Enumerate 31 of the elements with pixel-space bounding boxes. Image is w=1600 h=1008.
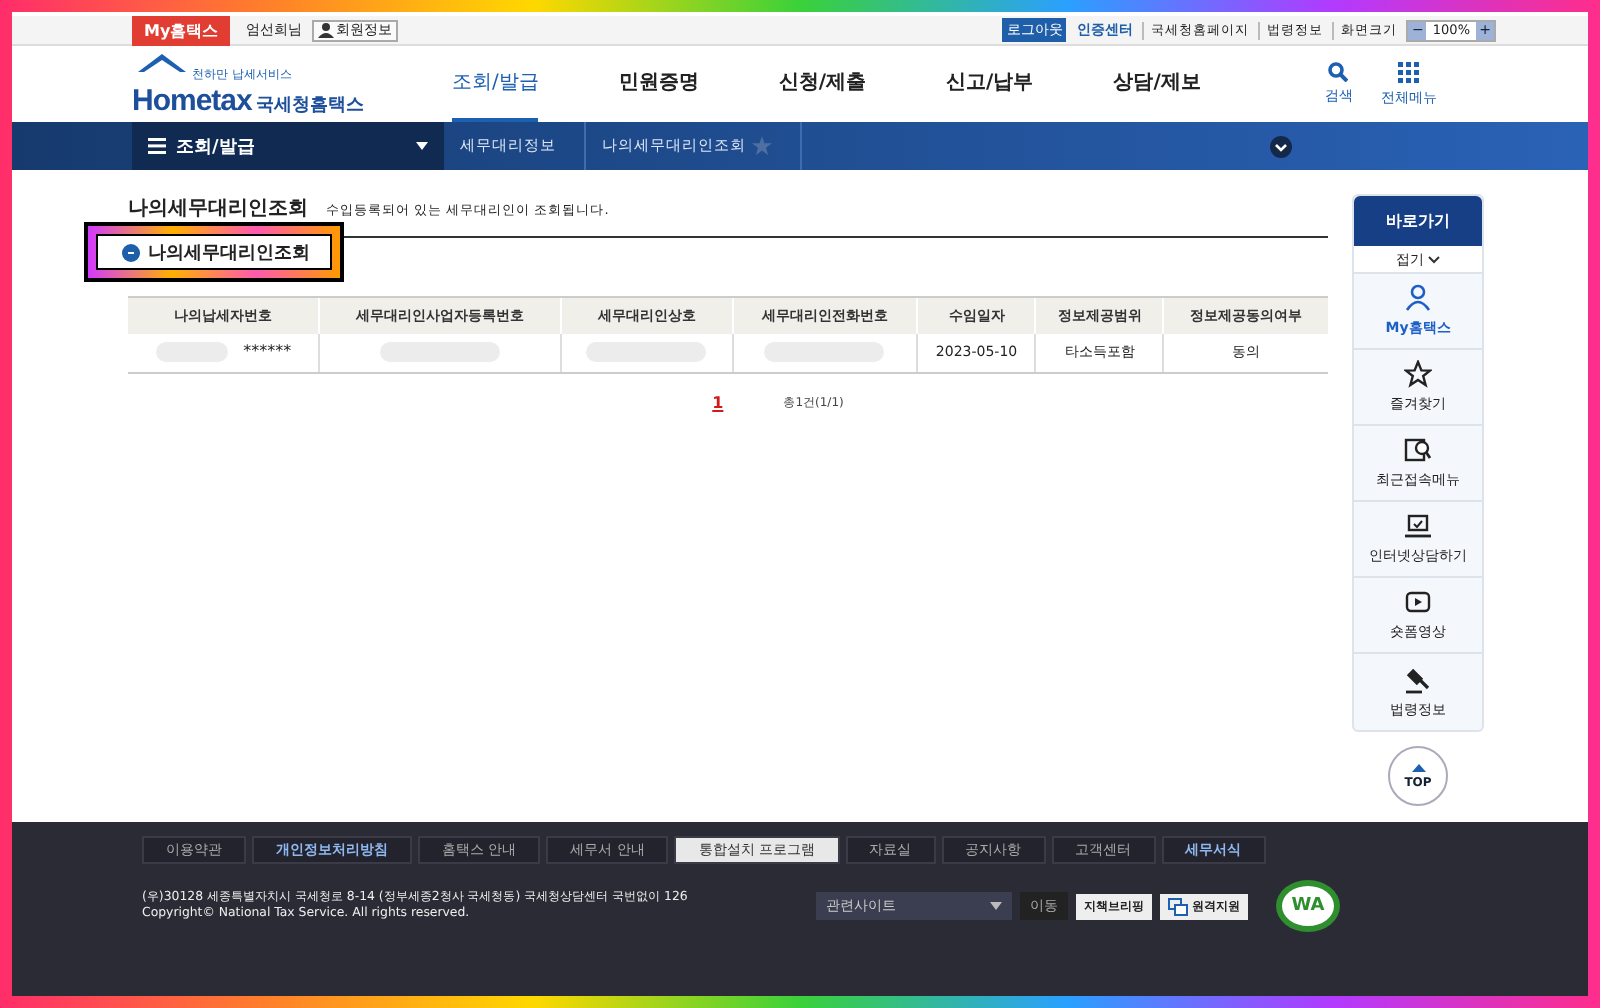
laptop-icon — [1404, 512, 1432, 540]
logo-name: 국세청홈택스 — [255, 93, 364, 117]
caret-icon — [990, 902, 1002, 910]
star-icon — [1404, 360, 1432, 388]
remote-icon — [1168, 897, 1188, 915]
bullet-icon — [122, 243, 140, 261]
section-title: 나의세무대리인조회 — [148, 241, 310, 265]
person-icon — [318, 22, 335, 38]
chevron-down-icon — [1428, 255, 1440, 263]
grid-icon — [1397, 61, 1420, 83]
my-hometax-button[interactable]: My홈택스 — [132, 15, 231, 45]
main-menu-tab[interactable]: 신청/제출 — [778, 46, 867, 122]
play-icon — [1404, 588, 1432, 616]
chevron-down-icon — [1270, 135, 1292, 157]
main-menu-tab[interactable]: 상담/제보 — [1113, 46, 1201, 122]
main-menu-tab[interactable]: 민원증명 — [618, 46, 699, 122]
house-roof-icon — [138, 51, 186, 71]
document-search-icon — [1404, 436, 1432, 464]
menu-icon — [148, 138, 166, 154]
person-icon — [1404, 284, 1432, 312]
quick-panel-title: 바로가기 — [1354, 196, 1482, 246]
accessibility-badge: WA — [1276, 880, 1340, 932]
search-icon — [1328, 61, 1349, 81]
table-cell: ****** — [243, 342, 292, 361]
logo-wordmark: Hometax — [132, 83, 252, 117]
page-link[interactable]: 1 — [712, 394, 724, 412]
page-title: 나의세무대리인조회 — [128, 196, 308, 222]
caret-up-icon — [1411, 763, 1425, 771]
main-menu-tab[interactable]: 신고/납부 — [946, 46, 1034, 122]
caret-icon — [416, 142, 428, 150]
menu-dropdown[interactable]: 조회/발급 — [132, 122, 444, 170]
